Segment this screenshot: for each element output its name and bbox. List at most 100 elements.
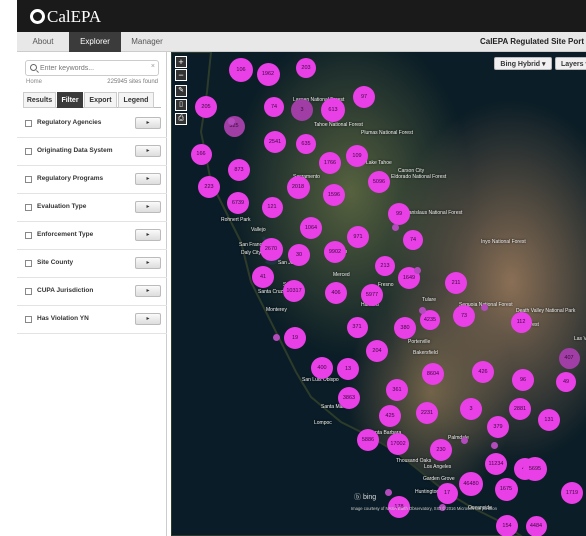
site-cluster[interactable]: 30 xyxy=(288,244,310,266)
site-cluster[interactable]: 361 xyxy=(386,379,408,401)
site-marker[interactable] xyxy=(461,437,468,444)
site-cluster[interactable]: 9902 xyxy=(324,241,346,263)
site-cluster[interactable]: 613 xyxy=(321,98,345,122)
filter-expand-button[interactable]: ▸ xyxy=(135,313,161,325)
filter-expand-button[interactable]: ▸ xyxy=(135,173,161,185)
site-cluster[interactable]: 371 xyxy=(346,316,368,338)
site-cluster[interactable]: 1675 xyxy=(494,477,518,501)
site-marker[interactable] xyxy=(419,307,426,314)
site-cluster[interactable]: 2881 xyxy=(509,398,531,420)
tab-results[interactable]: Results xyxy=(23,92,56,108)
draw-tool-icon[interactable]: ✎ xyxy=(175,85,187,97)
filter-checkbox[interactable] xyxy=(25,316,32,323)
filter-has-violation[interactable]: Has Violation YN ▸ xyxy=(17,306,167,334)
filter-checkbox[interactable] xyxy=(25,288,32,295)
tab-about[interactable]: About xyxy=(17,32,69,52)
site-cluster[interactable]: 5886 xyxy=(357,429,379,451)
site-cluster[interactable]: 379 xyxy=(487,416,509,438)
site-cluster[interactable]: 49 xyxy=(556,372,576,392)
tab-export[interactable]: Export xyxy=(84,92,117,108)
site-cluster[interactable]: 3 xyxy=(291,99,313,121)
filter-regulatory-agencies[interactable]: Regulatory Agencies ▸ xyxy=(17,110,167,138)
filter-checkbox[interactable] xyxy=(25,120,32,127)
filter-expand-button[interactable]: ▸ xyxy=(135,201,161,213)
site-cluster[interactable]: 106 xyxy=(229,58,253,82)
site-cluster[interactable]: 17 xyxy=(436,482,458,504)
site-cluster[interactable]: 203 xyxy=(296,58,316,78)
site-marker[interactable] xyxy=(481,304,488,311)
site-cluster[interactable]: 873 xyxy=(228,159,250,181)
tab-explorer[interactable]: Explorer xyxy=(69,32,121,52)
filter-expand-button[interactable]: ▸ xyxy=(135,229,161,241)
tab-filter[interactable]: Filter xyxy=(57,92,83,108)
site-cluster[interactable]: 4484 xyxy=(525,515,547,536)
site-cluster[interactable]: 5695 xyxy=(523,457,547,481)
site-cluster[interactable]: 121 xyxy=(261,196,283,218)
site-cluster[interactable]: 230 xyxy=(430,439,452,461)
site-cluster[interactable]: 19 xyxy=(284,327,306,349)
clear-search-icon[interactable]: × xyxy=(151,63,155,70)
site-marker[interactable] xyxy=(491,442,498,449)
zoom-out-button[interactable]: − xyxy=(175,69,187,81)
site-cluster[interactable]: 204 xyxy=(366,340,388,362)
site-cluster[interactable]: 73 xyxy=(453,305,475,327)
filter-checkbox[interactable] xyxy=(25,260,32,267)
site-cluster[interactable]: 154 xyxy=(496,515,518,536)
site-marker[interactable] xyxy=(273,334,280,341)
filter-expand-button[interactable]: ▸ xyxy=(135,145,161,157)
search-input[interactable] xyxy=(40,62,152,74)
site-cluster[interactable]: 1596 xyxy=(323,184,345,206)
basemap-dropdown[interactable]: Bing Hybrid ▾ xyxy=(494,57,552,70)
filter-enforcement-type[interactable]: Enforcement Type ▸ xyxy=(17,222,167,250)
site-cluster[interactable]: 425 xyxy=(379,405,401,427)
site-cluster[interactable]: 5096 xyxy=(368,171,390,193)
site-marker[interactable] xyxy=(228,118,235,125)
site-cluster[interactable]: 2231 xyxy=(416,402,438,424)
filter-regulatory-programs[interactable]: Regulatory Programs ▸ xyxy=(17,166,167,194)
filter-originating-data-system[interactable]: Originating Data System ▸ xyxy=(17,138,167,166)
site-cluster[interactable]: 205 xyxy=(195,96,217,118)
site-cluster[interactable]: 13 xyxy=(337,358,359,380)
site-cluster[interactable]: 380 xyxy=(394,317,416,339)
site-marker[interactable] xyxy=(385,489,392,496)
print-icon[interactable]: ⎙ xyxy=(175,113,187,125)
site-cluster[interactable]: 2670 xyxy=(259,237,283,261)
site-cluster[interactable]: 223 xyxy=(198,176,220,198)
site-cluster[interactable]: 109 xyxy=(346,145,368,167)
site-cluster[interactable]: 211 xyxy=(445,272,467,294)
site-cluster[interactable]: 131 xyxy=(538,409,560,431)
tab-legend[interactable]: Legend xyxy=(118,92,154,108)
site-cluster[interactable]: 166 xyxy=(190,143,212,165)
site-cluster[interactable]: 99 xyxy=(388,203,410,225)
site-cluster[interactable]: 3863 xyxy=(338,387,360,409)
site-marker[interactable] xyxy=(392,224,399,231)
site-cluster[interactable]: 41 xyxy=(252,266,274,288)
filter-expand-button[interactable]: ▸ xyxy=(135,285,161,297)
filter-checkbox[interactable] xyxy=(25,148,32,155)
breadcrumb[interactable]: Home xyxy=(26,79,42,85)
filter-site-county[interactable]: Site County ▸ xyxy=(17,250,167,278)
site-cluster[interactable]: 407 xyxy=(558,347,580,369)
site-cluster[interactable]: 426 xyxy=(472,361,494,383)
site-cluster[interactable]: 3 xyxy=(460,398,482,420)
site-cluster[interactable]: 5977 xyxy=(361,284,383,306)
select-tool-icon[interactable]: ▯ xyxy=(175,99,187,111)
filter-checkbox[interactable] xyxy=(25,176,32,183)
layers-dropdown[interactable]: Layers ▾ xyxy=(555,57,586,70)
site-cluster[interactable]: 8604 xyxy=(422,363,444,385)
site-cluster[interactable]: 400 xyxy=(311,357,333,379)
site-cluster[interactable]: 6739 xyxy=(227,192,249,214)
filter-checkbox[interactable] xyxy=(25,232,32,239)
filter-checkbox[interactable] xyxy=(25,204,32,211)
site-cluster[interactable]: 2541 xyxy=(264,131,286,153)
site-cluster[interactable]: 17002 xyxy=(387,433,409,455)
site-cluster[interactable]: 2018 xyxy=(286,175,310,199)
filter-evaluation-type[interactable]: Evaluation Type ▸ xyxy=(17,194,167,222)
site-cluster[interactable]: 971 xyxy=(347,226,369,248)
site-cluster[interactable]: 74 xyxy=(264,97,284,117)
site-cluster[interactable]: 11234 xyxy=(485,453,507,475)
site-cluster[interactable]: 213 xyxy=(375,256,395,276)
site-cluster[interactable]: 74 xyxy=(403,230,423,250)
filter-cupa-jurisdiction[interactable]: CUPA Jurisdiction ▸ xyxy=(17,278,167,306)
site-cluster[interactable]: 635 xyxy=(296,134,316,154)
